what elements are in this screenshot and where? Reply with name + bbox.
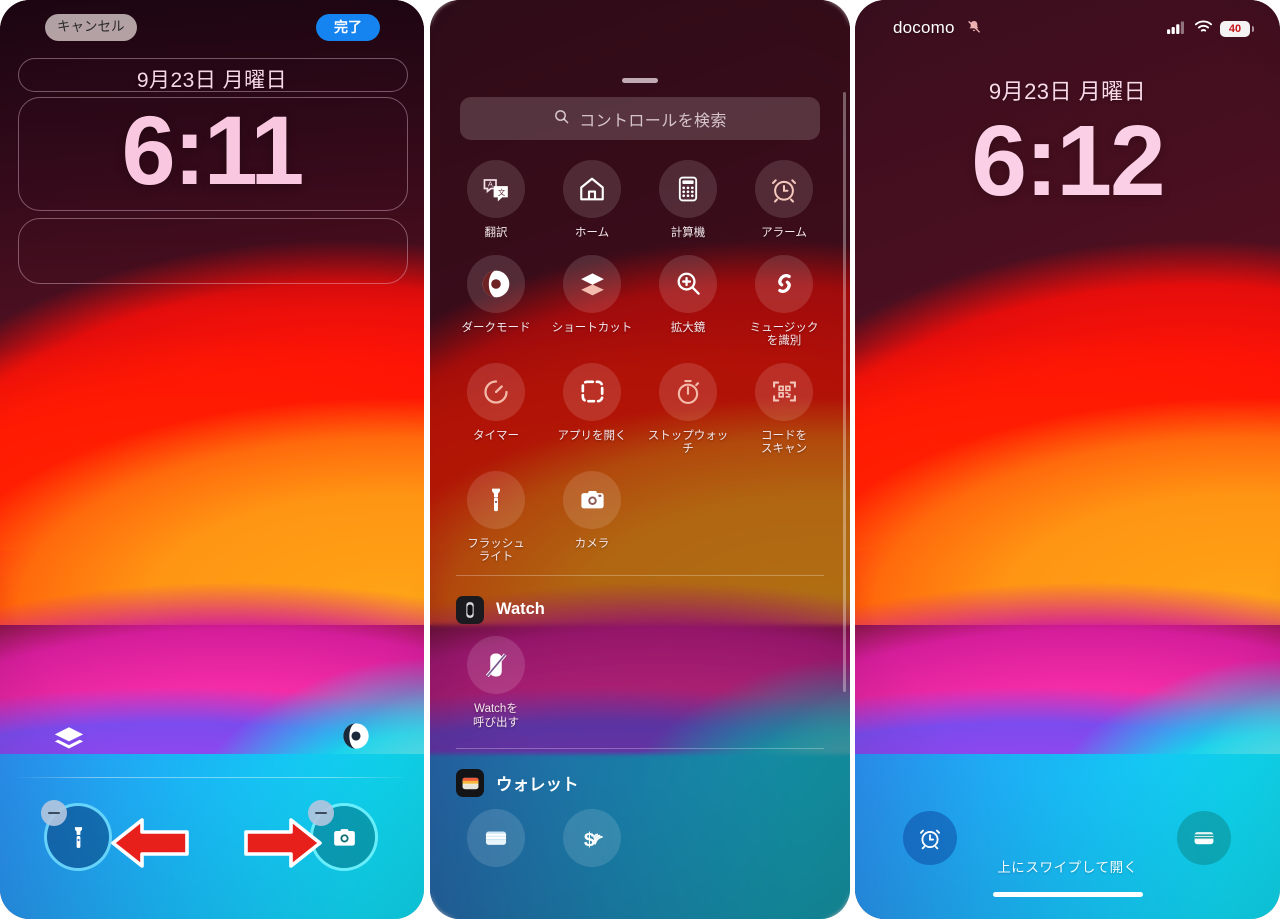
section-title: ウォレット — [496, 776, 579, 795]
widget-slot-empty[interactable] — [18, 218, 408, 284]
control-label: アプリを開く — [557, 429, 627, 442]
control-label: ストップウォッ チ — [647, 429, 729, 456]
wallet-app-icon — [456, 769, 484, 798]
controls-row: Watchを 呼び出す — [448, 635, 832, 730]
control-item[interactable]: ミュージック を識別 — [736, 254, 832, 349]
apple-cash-icon: $ — [563, 809, 621, 868]
section-header-wallet: ウォレット — [448, 749, 832, 799]
cellular-bars-icon — [1167, 20, 1187, 39]
timer-icon — [467, 362, 525, 421]
panel-controls-gallery: コントロールを検索 A 文 翻訳 ホーム 計算機 アラーム ダークモード ショー… — [430, 0, 850, 919]
shazam-icon — [755, 254, 813, 313]
control-label: Watchを 呼び出す — [473, 702, 519, 729]
carrier-label: docomo — [893, 18, 982, 40]
control-label: ミュージック を識別 — [749, 321, 819, 348]
control-label: フラッシュ ライト — [467, 537, 525, 564]
control-label: ショートカット — [551, 321, 633, 334]
translate-icon: A 文 — [467, 160, 525, 218]
control-label: アラーム — [761, 227, 807, 239]
search-placeholder: コントロールを検索 — [579, 112, 727, 130]
battery-level: 40 — [1228, 22, 1242, 35]
panel-lockscreen-edit: キャンセル 完了 9月23日 月曜日 6:11 — [0, 0, 424, 919]
svg-text:A: A — [488, 180, 493, 189]
alarm-icon — [755, 160, 813, 218]
open-app-icon — [563, 362, 621, 421]
control-label: ホーム — [574, 227, 610, 239]
control-label: カメラ — [574, 537, 610, 550]
controls-row: フラッシュ ライト カメラ — [448, 470, 832, 565]
control-label: 翻訳 — [484, 227, 508, 239]
scrollbar[interactable] — [843, 92, 846, 692]
home-icon — [563, 160, 621, 218]
control-item[interactable]: $ — [544, 809, 640, 868]
remove-flashlight-badge[interactable] — [41, 800, 67, 826]
control-item[interactable]: ダークモード — [448, 254, 544, 349]
sheet-grabber[interactable] — [622, 78, 658, 83]
control-item[interactable]: コードを スキャン — [736, 362, 832, 457]
lock-time: 6:11 — [121, 96, 305, 205]
edit-toolbar: キャンセル 完了 — [0, 14, 424, 48]
scan-code-icon — [755, 362, 813, 421]
section-header-watch: Watch — [448, 576, 832, 626]
dark-mode-icon — [467, 254, 525, 313]
status-bar: docomo 40 — [855, 0, 1280, 52]
control-item[interactable]: ショートカット — [544, 254, 640, 349]
watch-app-icon — [456, 595, 484, 624]
screenshot-stage: キャンセル 完了 9月23日 月曜日 6:11 コントロールを検索 A 文 翻訳… — [0, 0, 1280, 919]
section-title: Watch — [496, 600, 545, 619]
controls-row: $ — [448, 809, 832, 868]
lock-time: 6:12 — [971, 105, 1165, 217]
svg-text:$: $ — [584, 829, 595, 851]
control-item[interactable] — [448, 809, 544, 868]
lock-date: 9月23日 月曜日 — [988, 79, 1147, 104]
control-label: 拡大鏡 — [670, 321, 706, 334]
divider — [14, 777, 410, 778]
control-label: タイマー — [473, 429, 519, 442]
status-icons: 40 — [1167, 19, 1254, 39]
controls-sheet: コントロールを検索 A 文 翻訳 ホーム 計算機 アラーム ダークモード ショー… — [430, 0, 850, 919]
control-item[interactable]: 拡大鏡 — [640, 254, 736, 349]
control-item[interactable]: カメラ — [544, 470, 640, 565]
dark-mode-icon[interactable] — [340, 720, 372, 752]
flashlight-icon — [467, 470, 525, 529]
controls-row: A 文 翻訳 ホーム 計算機 アラーム — [448, 160, 832, 241]
layers-icon[interactable] — [52, 723, 86, 757]
controls-row: タイマー アプリを開く ストップウォッ チ コードを スキャン — [448, 362, 832, 457]
control-item[interactable]: 計算機 — [640, 160, 736, 241]
home-indicator[interactable] — [992, 892, 1143, 897]
shortcuts-icon — [563, 254, 621, 313]
lock-date: 9月23日 月曜日 — [136, 69, 288, 92]
battery-indicator: 40 — [1220, 21, 1254, 37]
done-button[interactable]: 完了 — [316, 14, 380, 41]
calculator-icon — [659, 160, 717, 218]
search-input[interactable]: コントロールを検索 — [460, 97, 820, 140]
arrow-left-icon — [108, 814, 193, 877]
controls-grid: A 文 翻訳 ホーム 計算機 アラーム ダークモード ショートカット 拡大鏡 ミ… — [448, 160, 832, 868]
svg-text:文: 文 — [498, 188, 506, 197]
arrow-right-icon — [240, 814, 325, 877]
control-item[interactable]: A 文 翻訳 — [448, 160, 544, 241]
control-label: コードを スキャン — [761, 429, 807, 456]
control-item[interactable]: Watchを 呼び出す — [448, 635, 544, 730]
control-item[interactable]: ストップウォッ チ — [640, 362, 736, 457]
controls-row: ダークモード ショートカット 拡大鏡 ミュージック を識別 — [448, 254, 832, 349]
control-item[interactable]: ホーム — [544, 160, 640, 241]
wifi-icon — [1194, 19, 1213, 39]
stopwatch-icon — [659, 362, 717, 421]
ping-watch-icon — [467, 635, 525, 694]
control-item[interactable]: アプリを開く — [544, 362, 640, 457]
control-label: ダークモード — [461, 321, 531, 334]
swipe-hint: 上にスワイプして開く — [997, 860, 1138, 875]
magnifier-icon — [659, 254, 717, 313]
wallet-card-icon — [467, 809, 525, 868]
control-label: 計算機 — [670, 227, 706, 239]
cancel-button[interactable]: キャンセル — [45, 14, 137, 41]
bell-slash-icon — [966, 19, 982, 40]
control-item[interactable]: タイマー — [448, 362, 544, 457]
search-icon — [553, 108, 570, 130]
panel-lockscreen-result: docomo 40 9月23日 月曜日 6:12 上にスワイプして開く — [855, 0, 1280, 919]
camera-icon — [563, 470, 621, 529]
control-item[interactable]: アラーム — [736, 160, 832, 241]
control-item[interactable]: フラッシュ ライト — [448, 470, 544, 565]
